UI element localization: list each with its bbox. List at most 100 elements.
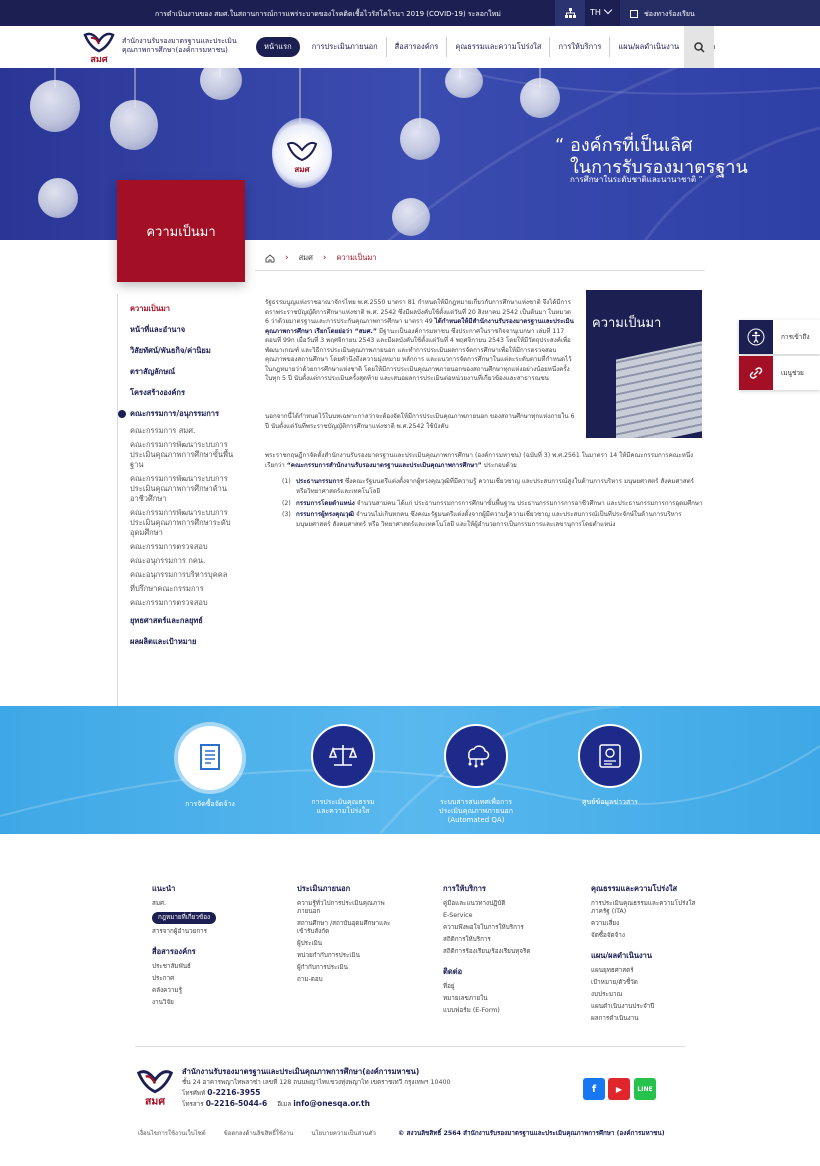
help-menu-button[interactable]: เมนูช่วย xyxy=(739,356,820,390)
footer-col-services: การให้บริการ คู่มือและแนวทางปฏิบัติ E-Se… xyxy=(443,883,563,1019)
sidebar-item-vision[interactable]: วิสัยทัศน์/พันธกิจ/ค่านิยม xyxy=(118,340,236,361)
sidebar-subitem[interactable]: คณะกรรมการพัฒนาระบบการประเมินคุณภาพการศึ… xyxy=(118,438,236,472)
footer-col-intro: แนะนำ สมศ. กฎหมายที่เกี่ยวข้อง สารจากผู้… xyxy=(152,883,272,1011)
footer-link[interactable]: หมายเลขภายใน xyxy=(443,995,563,1003)
accessibility-button[interactable]: การเข้าถึง xyxy=(739,320,820,354)
footer-address: สำนักงานรับรองมาตรฐานและประเมินคุณภาพการ… xyxy=(182,1067,451,1110)
nav-home[interactable]: หน้าแรก xyxy=(256,37,300,57)
sidebar-subitem[interactable]: คณะกรรมการตรวจสอบ xyxy=(118,596,236,610)
content-paragraph-3: พระราชกฤษฎีกาจัดตั้งสำนักงานรับรองมาตรฐา… xyxy=(265,451,705,470)
footer-link[interactable]: ความพึงพอใจในการให้บริการ xyxy=(443,924,563,932)
sidebar-item-outputs[interactable]: ผลผลิตและเป้าหมาย xyxy=(118,631,236,652)
link-icon xyxy=(739,356,773,390)
footer-link[interactable]: แผนยุทธศาสตร์ xyxy=(591,967,701,975)
nav-corporate-communication[interactable]: สื่อสารองค์กร xyxy=(387,37,448,57)
sidebar-item-structure[interactable]: โครงสร้างองค์กร xyxy=(118,382,236,403)
footer-link[interactable]: ผู้กำกับการประเมิน xyxy=(297,964,397,972)
service-label: การจัดซื้อจัดจ้าง xyxy=(185,800,235,808)
chevron-down-icon xyxy=(603,5,613,15)
footer-link[interactable]: แบบฟอร์ม (E-Form) xyxy=(443,1007,563,1015)
footer-link[interactable]: คลังความรู้ xyxy=(152,987,272,995)
procurement-icon xyxy=(178,726,242,790)
email-link[interactable]: info@onesqa.or.th xyxy=(293,1099,370,1108)
list-number: (3) xyxy=(282,511,291,518)
tel-label: โทรศัพท์ xyxy=(182,1090,206,1097)
line-icon[interactable]: LINE xyxy=(634,1078,656,1100)
footer-heading: คุณธรรมและความโปร่งใส xyxy=(591,884,678,893)
lightbulb-decoration xyxy=(30,80,80,132)
footer-link[interactable]: หน่วยกำกับการประเมิน xyxy=(297,952,397,960)
sidebar-item-history[interactable]: ความเป็นมา xyxy=(118,298,236,319)
nav-services[interactable]: การให้บริการ xyxy=(550,37,611,57)
footer-link[interactable]: งบประมาณ xyxy=(591,991,701,999)
covid-notice-link[interactable]: การดำเนินงานของ สมศ.ในสถานการณ์การแพร่ระ… xyxy=(155,9,501,20)
footer-policy-link[interactable]: นโยบายความเป็นส่วนตัว xyxy=(311,1128,376,1138)
sidebar-subitem[interactable]: คณะอนุกรรมการบริหารบุคคล xyxy=(118,568,236,582)
footer-link[interactable]: ผลการดำเนินงาน xyxy=(591,1015,701,1023)
accessibility-label: การเข้าถึง xyxy=(781,333,810,341)
footer-policy-link[interactable]: ข้อตกลงด้านลิขสิทธิ์ใช้งาน xyxy=(224,1128,294,1138)
home-icon[interactable] xyxy=(265,253,275,263)
search-button[interactable] xyxy=(684,26,714,68)
sidebar-item-committees[interactable]: คณะกรรมการ/อนุกรรมการ xyxy=(118,403,236,424)
language-selector[interactable]: TH xyxy=(590,5,613,17)
sidebar-subitem[interactable]: คณะอนุกรรมการ กคน. xyxy=(118,554,236,568)
breadcrumb-item-onesqa[interactable]: สมศ xyxy=(299,252,313,264)
footer-link[interactable]: งานวิจัย xyxy=(152,999,272,1007)
footer-policy-link[interactable]: เงื่อนไขการใช้งานเว็บไซต์ xyxy=(138,1128,206,1138)
content-paragraph-2: นอกจากนี้ได้กำหนดไว้ในบทเฉพาะกาลว่าจะต้อ… xyxy=(265,413,575,430)
sidebar-subitem[interactable]: คณะกรรมการพัฒนาระบบการประเมินคุณภาพการศึ… xyxy=(118,506,236,540)
footer-link[interactable]: ประกาศ xyxy=(152,975,272,983)
service-automated-qa[interactable]: ระบบสารสนเทศเพื่อการ ประเมินคุณภาพภายนอก… xyxy=(416,724,536,825)
footer-link[interactable]: เป้าหมาย/ตัวชี้วัด xyxy=(591,979,701,987)
footer-link-active[interactable]: กฎหมายที่เกี่ยวข้อง xyxy=(152,912,217,924)
footer-link[interactable]: สารจากผู้อำนวยการ xyxy=(152,928,272,936)
sitemap-button[interactable] xyxy=(555,0,585,26)
facebook-icon[interactable]: f xyxy=(583,1078,605,1100)
complaint-channel-link[interactable]: ช่องทางร้องเรียน xyxy=(620,0,820,26)
sidebar-subitem[interactable]: คณะกรรมการ สมศ. xyxy=(118,424,236,438)
sidebar-item-duties[interactable]: หน้าที่และอำนาจ xyxy=(118,319,236,340)
youtube-icon[interactable]: ▶ xyxy=(608,1078,630,1100)
footer-link[interactable]: แผนดำเนินงานประจำปี xyxy=(591,1003,701,1011)
footer-link[interactable]: ความเสี่ยง xyxy=(591,920,701,928)
footer-link[interactable]: ที่อยู่ xyxy=(443,983,563,991)
sidebar-subitem[interactable]: คณะกรรมการตรวจสอบ xyxy=(118,540,236,554)
footer-link[interactable]: จัดซื้อจัดจ้าง xyxy=(591,932,701,940)
footer-link[interactable]: ความรู้ทั่วไปการประเมินคุณภาพภายนอก xyxy=(297,900,397,916)
copyright: © สงวนลิขสิทธิ์ 2564 สำนักงานรับรองมาตรฐ… xyxy=(398,1130,665,1137)
footer-link[interactable]: ถาม-ตอบ xyxy=(297,976,397,984)
service-info-center[interactable]: ศูนย์ข้อมูลข่าวสาร xyxy=(550,724,670,807)
top-announcement-bar: การดำเนินงานของ สมศ.ในสถานการณ์การแพร่ระ… xyxy=(0,0,820,26)
footer-link[interactable]: การประเมินคุณธรรมและความโปร่งใสภาครัฐ (I… xyxy=(591,900,701,916)
lightbulb-decoration xyxy=(520,78,560,118)
sidebar-item-strategy[interactable]: ยุทธศาสตร์และกลยุทธ์ xyxy=(118,610,236,631)
tel-number[interactable]: 0-2216-3955 xyxy=(207,1088,260,1097)
service-procurement[interactable]: การจัดซื้อจัดจ้าง xyxy=(150,726,270,809)
sidebar-subitem[interactable]: ที่ปรึกษาคณะกรรมการ xyxy=(118,582,236,596)
footer-link[interactable]: สถิติการร้องเรียน/ร้องเรียนทุจริต xyxy=(443,948,563,956)
nav-ethics-transparency[interactable]: คุณธรรมและความโปร่งใส xyxy=(447,37,551,57)
lightbulb-decoration xyxy=(110,100,158,150)
list-head: กรรมการโดยตำแหน่ง xyxy=(296,500,355,507)
fax-label: โทรสาร xyxy=(182,1101,204,1108)
content-paragraph-1: รัฐธรรมนูญแห่งราชอาณาจักรไทย พ.ศ.2550 มา… xyxy=(265,298,575,384)
footer-heading: แนะนำ xyxy=(152,884,176,893)
footer-link[interactable]: สมศ. xyxy=(152,900,272,908)
footer-link[interactable]: สถิติการให้บริการ xyxy=(443,936,563,944)
footer-link[interactable]: ผู้ประเมิน xyxy=(297,940,397,948)
sidebar-item-logo[interactable]: ตราสัญลักษณ์ xyxy=(118,361,236,382)
nav-plans-results[interactable]: แผน/ผลดำเนินงาน xyxy=(610,37,689,57)
hero-logo-text: สมศ xyxy=(294,165,310,174)
footer-link[interactable]: ประชาสัมพันธ์ xyxy=(152,963,272,971)
collapse-icon xyxy=(118,410,126,418)
sidebar-subitem[interactable]: คณะกรรมการพัฒนาระบบการประเมินคุณภาพการศึ… xyxy=(118,472,236,506)
footer-heading: การให้บริการ xyxy=(443,884,486,893)
nav-external-assessment[interactable]: การประเมินภายนอก xyxy=(304,37,387,57)
footer-link[interactable]: E-Service xyxy=(443,912,563,920)
footer-link[interactable]: สถานศึกษา /สถาบันอุดมศึกษาและเข้ารับสังก… xyxy=(297,920,397,936)
service-ita[interactable]: การประเมินคุณธรรม และความโปร่งใส xyxy=(283,724,403,816)
footer-link[interactable]: คู่มือและแนวทางปฏิบัติ xyxy=(443,900,563,908)
list-head: กรรมการผู้ทรงคุณวุฒิ xyxy=(296,511,355,518)
onesqa-logo[interactable]: สมศ xyxy=(82,29,116,65)
